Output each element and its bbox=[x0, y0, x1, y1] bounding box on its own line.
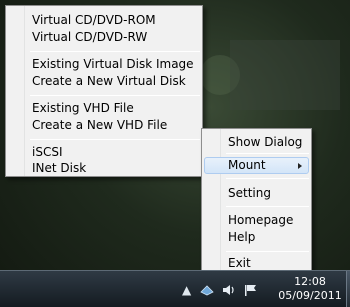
menu-item-existing-vhd-file[interactable]: Existing VHD File bbox=[8, 100, 200, 117]
menu-item-homepage[interactable]: Homepage bbox=[204, 212, 309, 229]
menu-item-setting[interactable]: Setting bbox=[204, 185, 309, 202]
taskbar: ▲ 12:08 05/09/2011 bbox=[0, 270, 350, 307]
submenu-arrow-icon bbox=[298, 163, 302, 169]
menu-separator bbox=[226, 178, 309, 179]
taskbar-clock[interactable]: 12:08 05/09/2011 bbox=[278, 275, 342, 303]
menu-item-help[interactable]: Help bbox=[204, 229, 309, 246]
menu-separator bbox=[226, 206, 309, 207]
menu-item-create-new-virtual-disk[interactable]: Create a New Virtual Disk bbox=[8, 73, 200, 90]
volume-icon[interactable] bbox=[222, 284, 236, 298]
menu-item-existing-virtual-disk-image[interactable]: Existing Virtual Disk Image bbox=[8, 56, 200, 73]
clock-time: 12:08 bbox=[294, 275, 326, 288]
desktop-wallpaper-film-strip bbox=[230, 40, 340, 110]
menu-item-mount[interactable]: Mount bbox=[204, 157, 309, 174]
menu-item-virtual-cd-dvd-rw[interactable]: Virtual CD/DVD-RW bbox=[8, 29, 200, 46]
network-icon[interactable] bbox=[200, 284, 214, 298]
show-desktop-button[interactable] bbox=[346, 271, 350, 307]
show-hidden-icons-arrow-icon[interactable]: ▲ bbox=[182, 284, 191, 296]
menu-separator bbox=[30, 139, 200, 140]
menu-item-virtual-cd-dvd-rom[interactable]: Virtual CD/DVD-ROM bbox=[8, 12, 200, 29]
clock-date: 05/09/2011 bbox=[278, 289, 342, 302]
menu-separator bbox=[226, 153, 309, 154]
menu-item-show-dialog[interactable]: Show Dialog bbox=[204, 134, 309, 151]
action-center-flag-icon[interactable] bbox=[244, 284, 258, 299]
menu-separator bbox=[30, 51, 200, 52]
tray-context-menu: Show Dialog Mount Setting Homepage Help … bbox=[201, 128, 312, 274]
menu-separator bbox=[30, 95, 200, 96]
menu-item-inet-disk[interactable]: INet Disk bbox=[8, 160, 200, 177]
menu-item-create-new-vhd-file[interactable]: Create a New VHD File bbox=[8, 117, 200, 134]
menu-separator bbox=[226, 251, 309, 252]
mount-submenu: Virtual CD/DVD-ROM Virtual CD/DVD-RW Exi… bbox=[5, 5, 203, 177]
menu-item-iscsi[interactable]: iSCSI bbox=[8, 144, 200, 161]
